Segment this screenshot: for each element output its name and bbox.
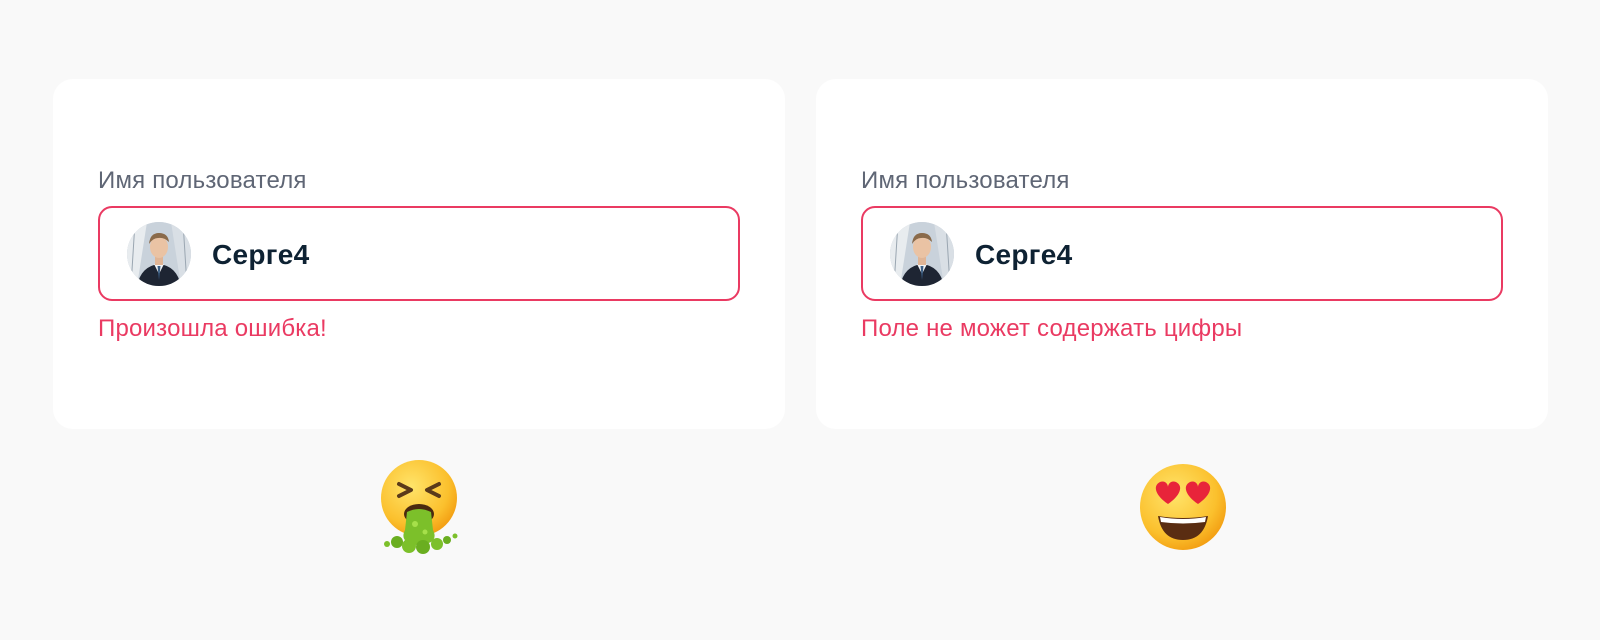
username-input[interactable]: Серге4 [861,206,1503,301]
username-label: Имя пользователя [861,167,1070,194]
error-message: Произошла ошибка! [98,315,327,342]
bad-example-card: Имя пользователя Серге4 Произошла ошибка… [53,79,785,429]
good-example-card: Имя пользователя Серге4 Поле не может со… [816,79,1548,429]
username-input[interactable]: Серге4 [98,206,740,301]
error-message: Поле не может содержать цифры [861,315,1243,342]
username-label: Имя пользователя [98,167,307,194]
vomiting-face-icon [375,458,465,554]
comparison-stage: Имя пользователя Серге4 Произошла ошибка… [0,0,1600,640]
heart-eyes-face-icon [1138,462,1228,558]
username-value: Серге4 [975,239,1073,270]
user-avatar [890,222,954,286]
username-value: Серге4 [212,239,310,270]
user-avatar [127,222,191,286]
